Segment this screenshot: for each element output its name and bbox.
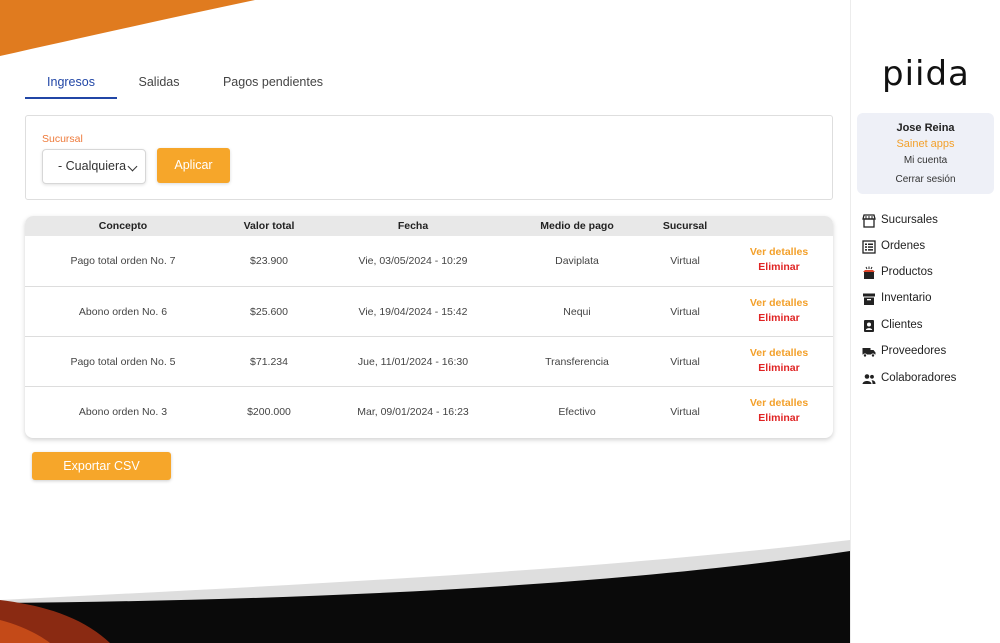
column-header-concepto[interactable]: Concepto — [25, 216, 221, 236]
cell-fecha: Jue, 11/01/2024 - 16:30 — [357, 356, 469, 368]
apply-button[interactable]: Aplicar — [157, 148, 230, 183]
cell-valor: $200.000 — [247, 406, 291, 418]
sidebar-item-label: Clientes — [881, 319, 923, 331]
table-header: Concepto Valor total Fecha Medio de pago… — [25, 216, 833, 236]
sucursal-select-value: - Cualquiera — [58, 159, 127, 173]
table-row: Pago total orden No. 7 $23.900 Vie, 03/0… — [25, 236, 833, 286]
cell-sucursal: Virtual — [670, 255, 700, 267]
cerrar-sesion-link[interactable]: Cerrar sesión — [857, 174, 994, 185]
ver-detalles-link[interactable]: Ver detalles — [725, 347, 833, 359]
payments-table: Concepto Valor total Fecha Medio de pago… — [25, 216, 833, 438]
product-box-icon — [863, 266, 875, 279]
sidebar-item-ordenes[interactable]: Ordenes — [860, 237, 995, 257]
sidebar-item-proveedores[interactable]: Proveedores — [860, 342, 995, 362]
row-actions: Ver detalles Eliminar — [725, 387, 833, 437]
sucursal-label: Sucursal — [42, 133, 83, 145]
table-row: Abono orden No. 6 $25.600 Vie, 19/04/202… — [25, 286, 833, 336]
ver-detalles-link[interactable]: Ver detalles — [725, 397, 833, 409]
cell-sucursal: Virtual — [670, 306, 700, 318]
eliminar-link[interactable]: Eliminar — [725, 412, 833, 424]
cell-fecha: Vie, 19/04/2024 - 15:42 — [358, 306, 468, 318]
tab-bar: Ingresos Salidas Pagos pendientes — [25, 66, 833, 99]
cell-medio: Efectivo — [558, 406, 596, 418]
table-row: Abono orden No. 3 $200.000 Mar, 09/01/20… — [25, 386, 833, 436]
cell-valor: $71.234 — [250, 356, 288, 368]
ver-detalles-link[interactable]: Ver detalles — [725, 297, 833, 309]
user-card: Jose Reina Sainet apps Mi cuenta Cerrar … — [857, 113, 994, 194]
cell-valor: $23.900 — [250, 255, 288, 267]
row-actions: Ver detalles Eliminar — [725, 337, 833, 387]
sidebar-item-label: Productos — [881, 266, 933, 278]
user-company: Sainet apps — [896, 138, 955, 150]
truck-icon — [862, 348, 876, 358]
archive-icon — [863, 293, 875, 305]
ver-detalles-link[interactable]: Ver detalles — [725, 246, 833, 258]
mi-cuenta-link[interactable]: Mi cuenta — [857, 155, 994, 166]
eliminar-link[interactable]: Eliminar — [725, 362, 833, 374]
logo-text: piida — [882, 54, 970, 94]
cell-medio: Daviplata — [555, 255, 599, 267]
cell-fecha: Mar, 09/01/2024 - 16:23 — [357, 406, 469, 418]
cell-medio: Transferencia — [545, 356, 609, 368]
sidebar-item-label: Inventario — [881, 292, 932, 304]
table-row: Pago total orden No. 5 $71.234 Jue, 11/0… — [25, 336, 833, 386]
row-actions: Ver detalles Eliminar — [725, 287, 833, 337]
sidebar-item-colaboradores[interactable]: Colaboradores — [860, 369, 995, 389]
sidebar-item-sucursales[interactable]: Sucursales — [860, 211, 995, 231]
tab-ingresos[interactable]: Ingresos — [25, 66, 117, 99]
sucursal-select[interactable]: - Cualquiera — [42, 149, 146, 184]
cell-sucursal: Virtual — [670, 356, 700, 368]
piida-logo: piida — [882, 54, 972, 94]
cell-concepto: Abono orden No. 6 — [78, 306, 168, 318]
column-header-medio-de-pago[interactable]: Medio de pago — [509, 216, 645, 236]
column-header-fecha[interactable]: Fecha — [317, 216, 509, 236]
column-header-valor-total[interactable]: Valor total — [221, 216, 317, 236]
cell-medio: Nequi — [563, 306, 591, 318]
export-csv-button[interactable]: Exportar CSV — [32, 452, 171, 480]
column-header-sucursal[interactable]: Sucursal — [645, 216, 725, 236]
sidebar-item-label: Sucursales — [881, 214, 938, 226]
cell-concepto: Abono orden No. 3 — [78, 406, 168, 418]
store-icon — [862, 214, 876, 228]
cell-concepto: Pago total orden No. 5 — [70, 356, 176, 368]
user-name: Jose Reina — [896, 122, 955, 134]
cell-fecha: Vie, 03/05/2024 - 10:29 — [358, 255, 468, 267]
filter-card: Sucursal - Cualquiera Aplicar — [25, 115, 833, 200]
tab-pagos-pendientes[interactable]: Pagos pendientes — [211, 66, 335, 99]
sidebar-item-productos[interactable]: Productos — [860, 263, 995, 283]
sidebar-item-label: Colaboradores — [881, 372, 957, 384]
sidebar-item-clientes[interactable]: Clientes — [860, 316, 995, 336]
list-icon — [862, 240, 876, 254]
tab-salidas[interactable]: Salidas — [125, 66, 193, 99]
cell-valor: $25.600 — [250, 306, 288, 318]
sidebar-item-label: Proveedores — [881, 345, 947, 357]
sidebar-item-inventario[interactable]: Inventario — [860, 289, 995, 309]
sidebar-item-label: Ordenes — [881, 240, 926, 252]
row-actions: Ver detalles Eliminar — [725, 236, 833, 286]
cell-sucursal: Virtual — [670, 406, 700, 418]
people-icon — [862, 374, 876, 384]
eliminar-link[interactable]: Eliminar — [725, 261, 833, 273]
eliminar-link[interactable]: Eliminar — [725, 312, 833, 324]
contact-card-icon — [864, 320, 874, 332]
cell-concepto: Pago total orden No. 7 — [70, 255, 176, 267]
chevron-down-icon — [127, 161, 138, 172]
